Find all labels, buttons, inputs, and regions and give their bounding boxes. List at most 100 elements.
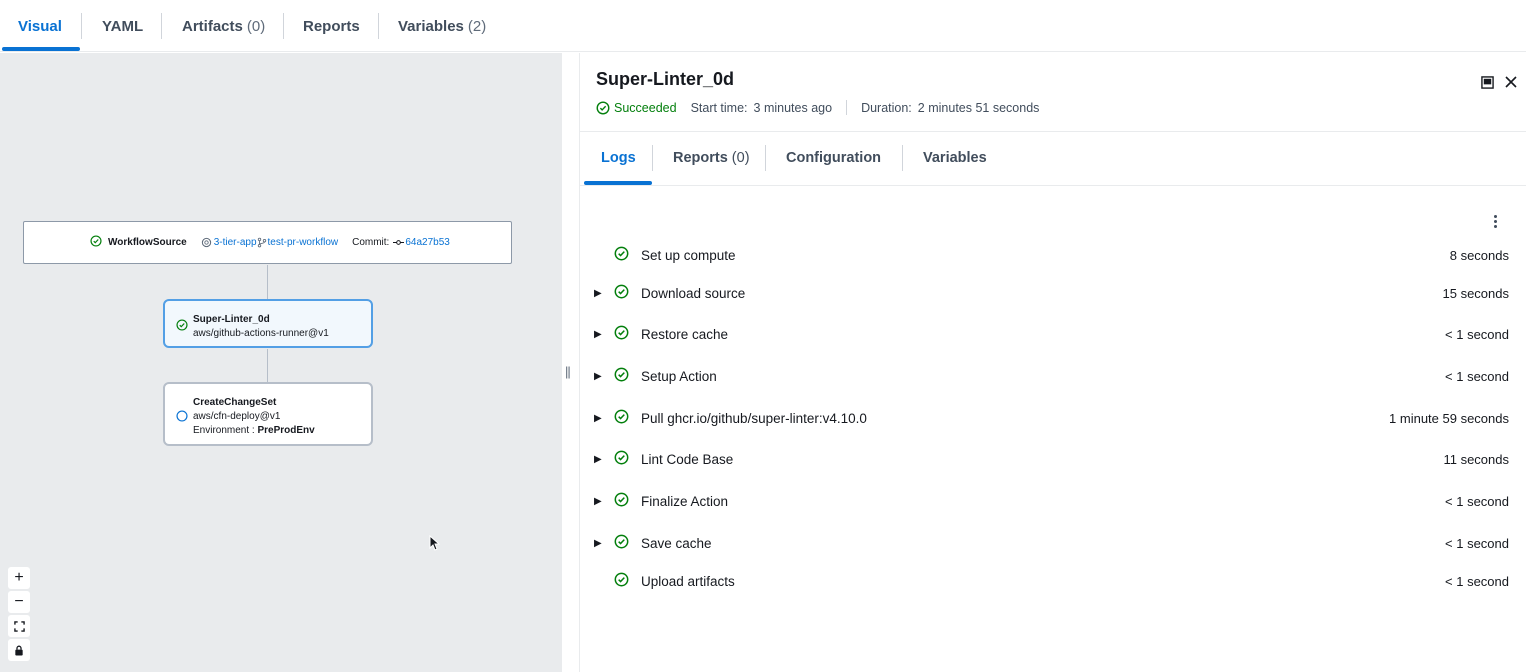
log-step-row[interactable]: ▶ Download source 15 seconds: [594, 281, 1509, 305]
log-step-row[interactable]: ▶ Restore cache < 1 second: [594, 322, 1509, 346]
divider: [846, 100, 848, 115]
tab-divider: [161, 13, 162, 39]
tab-reports[interactable]: Reports: [303, 0, 360, 52]
log-step-row[interactable]: ▶ Save cache < 1 second: [594, 531, 1509, 555]
split-view-button[interactable]: [1481, 75, 1494, 94]
duration-label: Duration:: [861, 100, 912, 115]
tab-variables-label: Variables: [398, 17, 464, 35]
status-text: Succeeded: [614, 100, 677, 115]
log-step-name: Download source: [641, 285, 746, 301]
empty-circle-icon: [176, 409, 188, 427]
run-status-row: Succeeded Start time: 3 minutes ago Dura…: [596, 100, 1039, 115]
divider: [580, 131, 1526, 132]
check-circle-icon: [614, 534, 629, 552]
tab-divider: [765, 145, 766, 171]
log-step-name: Finalize Action: [641, 493, 729, 509]
tab-yaml[interactable]: YAML: [102, 0, 143, 52]
tab-visual-label: Visual: [18, 17, 62, 35]
caret-right-icon[interactable]: ▶: [594, 288, 608, 299]
action-name: CreateChangeSet: [193, 397, 277, 408]
log-step-name: Setup Action: [641, 368, 717, 384]
log-step-name: Upload artifacts: [641, 573, 735, 589]
commit-link[interactable]: 64a27b53: [393, 237, 450, 248]
caret-right-icon[interactable]: ▶: [594, 496, 608, 507]
action-node-create-change-set[interactable]: CreateChangeSet aws/cfn-deploy@v1 Enviro…: [163, 382, 373, 446]
zoom-out-icon: −: [14, 593, 24, 610]
tab-divider: [283, 13, 284, 39]
branch-link[interactable]: test-pr-workflow: [257, 237, 338, 248]
start-time-value: 3 minutes ago: [753, 100, 833, 115]
action-name: Super-Linter_0d: [193, 314, 270, 325]
workflow-source-node[interactable]: WorkflowSource 3-tier-app test-pr-workfl…: [23, 221, 512, 264]
log-step-duration: < 1 second: [1445, 368, 1509, 384]
check-circle-icon: [596, 101, 610, 114]
commit-id: 64a27b53: [405, 237, 450, 248]
tab-logs[interactable]: Logs: [601, 133, 636, 183]
tab-reports[interactable]: Reports (0): [673, 133, 750, 183]
active-tab-indicator: [2, 47, 80, 51]
check-circle-icon: [614, 450, 629, 468]
check-circle-icon: [614, 367, 629, 385]
log-step-row[interactable]: ▶ Setup Action < 1 second: [594, 364, 1509, 388]
check-circle-icon: [614, 492, 629, 510]
tab-configuration[interactable]: Configuration: [786, 133, 881, 183]
check-circle-icon: [614, 246, 629, 264]
tab-logs-label: Logs: [601, 150, 636, 166]
log-step-name: Set up compute: [641, 247, 736, 263]
commit-label: Commit:: [352, 237, 390, 248]
tab-variables-count: (2): [467, 17, 487, 35]
panel-window-controls: [1481, 75, 1518, 94]
tab-divider: [652, 145, 653, 171]
log-step-duration: 1 minute 59 seconds: [1389, 410, 1509, 426]
more-vertical-icon: [1493, 214, 1497, 218]
log-step-duration: 11 seconds: [1443, 451, 1509, 467]
log-step-row[interactable]: ▶ Lint Code Base 11 seconds: [594, 447, 1509, 471]
close-button[interactable]: [1504, 75, 1518, 94]
tab-variables[interactable]: Variables (2): [398, 0, 486, 52]
log-step-duration: 15 seconds: [1442, 285, 1510, 301]
caret-right-icon[interactable]: ▶: [594, 454, 608, 465]
branch-icon: [257, 237, 266, 248]
tab-divider: [902, 145, 903, 171]
caret-right-icon[interactable]: ▶: [594, 329, 608, 340]
caret-right-icon[interactable]: ▶: [594, 538, 608, 549]
mouse-cursor-icon: [429, 535, 440, 551]
status-badge: Succeeded: [596, 101, 677, 115]
environment-label: Environment :: [193, 425, 255, 436]
divider: [580, 185, 1526, 186]
check-circle-icon: [614, 409, 629, 427]
tab-divider: [378, 13, 379, 39]
tab-artifacts[interactable]: Artifacts (0): [182, 0, 265, 52]
log-step-row: Set up compute 8 seconds: [594, 243, 1509, 267]
caret-right-icon[interactable]: ▶: [594, 413, 608, 424]
tab-yaml-label: YAML: [102, 17, 144, 35]
tab-visual[interactable]: Visual: [18, 0, 62, 52]
log-step-row[interactable]: ▶ Pull ghcr.io/github/super-linter:v4.10.…: [594, 406, 1509, 430]
tab-divider: [81, 13, 82, 39]
zoom-out-button[interactable]: −: [8, 591, 30, 613]
caret-right-icon[interactable]: ▶: [594, 371, 608, 382]
tab-variables[interactable]: Variables: [923, 133, 987, 183]
repo-icon: [201, 237, 211, 248]
log-step-name: Lint Code Base: [641, 451, 734, 467]
action-identifier: aws/github-actions-runner@v1: [193, 328, 329, 339]
tab-artifacts-label: Artifacts: [182, 17, 243, 35]
panel-title: Super-Linter_0d: [596, 69, 735, 89]
duration-value: 2 minutes 51 seconds: [917, 100, 1040, 115]
check-circle-icon: [614, 572, 629, 590]
log-step-row[interactable]: ▶ Finalize Action < 1 second: [594, 489, 1509, 513]
resize-handle[interactable]: ||: [565, 364, 571, 379]
check-circle-icon: [176, 318, 188, 336]
action-node-super-linter[interactable]: Super-Linter_0d aws/github-actions-runne…: [163, 299, 373, 348]
environment-name: PreProdEnv: [257, 425, 315, 436]
zoom-in-button[interactable]: +: [8, 567, 30, 589]
start-time-label: Start time:: [690, 100, 748, 115]
repo-link[interactable]: 3-tier-app: [201, 237, 257, 248]
more-options-button[interactable]: [1487, 213, 1503, 229]
lock-view-button[interactable]: [8, 639, 30, 661]
fit-view-icon: [13, 620, 25, 632]
main-tabs: Visual YAML Artifacts (0) Reports Variabl…: [0, 0, 1526, 52]
workflow-canvas[interactable]: WorkflowSource 3-tier-app test-pr-workfl…: [0, 53, 562, 672]
connector-line: [267, 349, 268, 382]
fit-view-button[interactable]: [8, 615, 30, 637]
